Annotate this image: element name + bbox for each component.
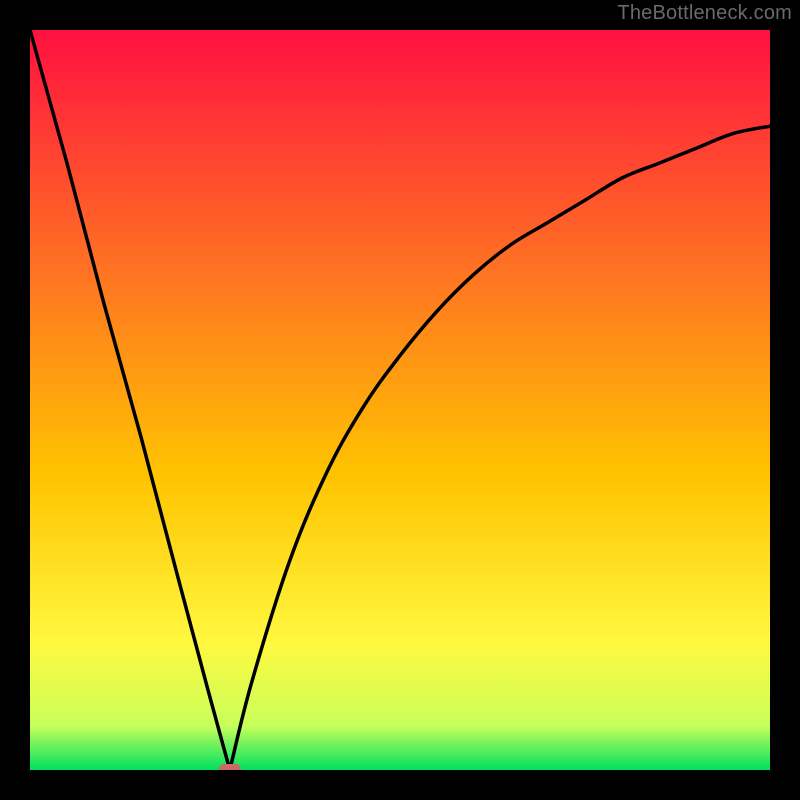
watermark-text: TheBottleneck.com <box>617 2 792 25</box>
gradient-background <box>30 30 770 770</box>
chart-frame: TheBottleneck.com <box>0 0 800 800</box>
bottleneck-chart <box>30 30 770 770</box>
optimal-point-marker <box>219 764 241 770</box>
